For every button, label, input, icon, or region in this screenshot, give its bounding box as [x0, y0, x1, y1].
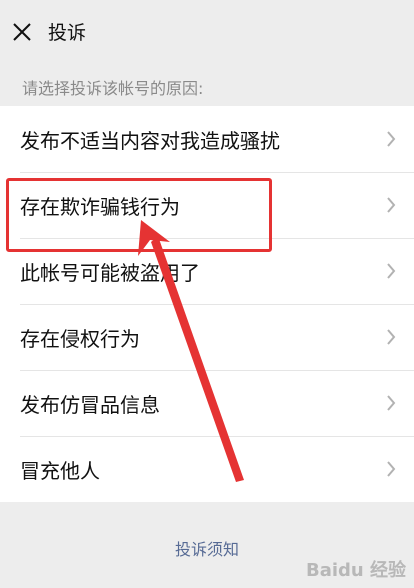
reason-item-impersonation[interactable]: 冒充他人	[0, 436, 414, 502]
watermark: Baidu 经验	[305, 560, 406, 581]
chevron-right-icon	[387, 131, 396, 147]
reason-label: 发布不适当内容对我造成骚扰	[20, 128, 280, 153]
reason-label: 存在欺诈骗钱行为	[20, 194, 180, 219]
reason-label: 发布仿冒品信息	[20, 392, 160, 417]
chevron-right-icon	[387, 329, 396, 345]
chevron-right-icon	[387, 461, 396, 477]
chevron-right-icon	[387, 395, 396, 411]
reason-label: 存在侵权行为	[20, 326, 140, 351]
reason-prompt: 请选择投诉该帐号的原因:	[22, 79, 204, 98]
reason-item-stolen-account[interactable]: 此帐号可能被盗用了	[0, 238, 414, 304]
close-icon[interactable]	[10, 20, 34, 44]
header: 投诉	[0, 0, 414, 66]
reason-label: 冒充他人	[20, 458, 100, 483]
reason-label: 此帐号可能被盗用了	[20, 260, 200, 285]
reason-item-counterfeit[interactable]: 发布仿冒品信息	[0, 370, 414, 436]
page-title: 投诉	[48, 22, 87, 44]
reason-item-infringement[interactable]: 存在侵权行为	[0, 304, 414, 370]
reason-item-fraud[interactable]: 存在欺诈骗钱行为	[0, 172, 414, 238]
chevron-right-icon	[387, 263, 396, 279]
reason-item-harassment[interactable]: 发布不适当内容对我造成骚扰	[0, 106, 414, 172]
chevron-right-icon	[387, 197, 396, 213]
reason-list: 发布不适当内容对我造成骚扰 存在欺诈骗钱行为 此帐号可能被盗用了 存在侵权行为 …	[0, 106, 414, 502]
